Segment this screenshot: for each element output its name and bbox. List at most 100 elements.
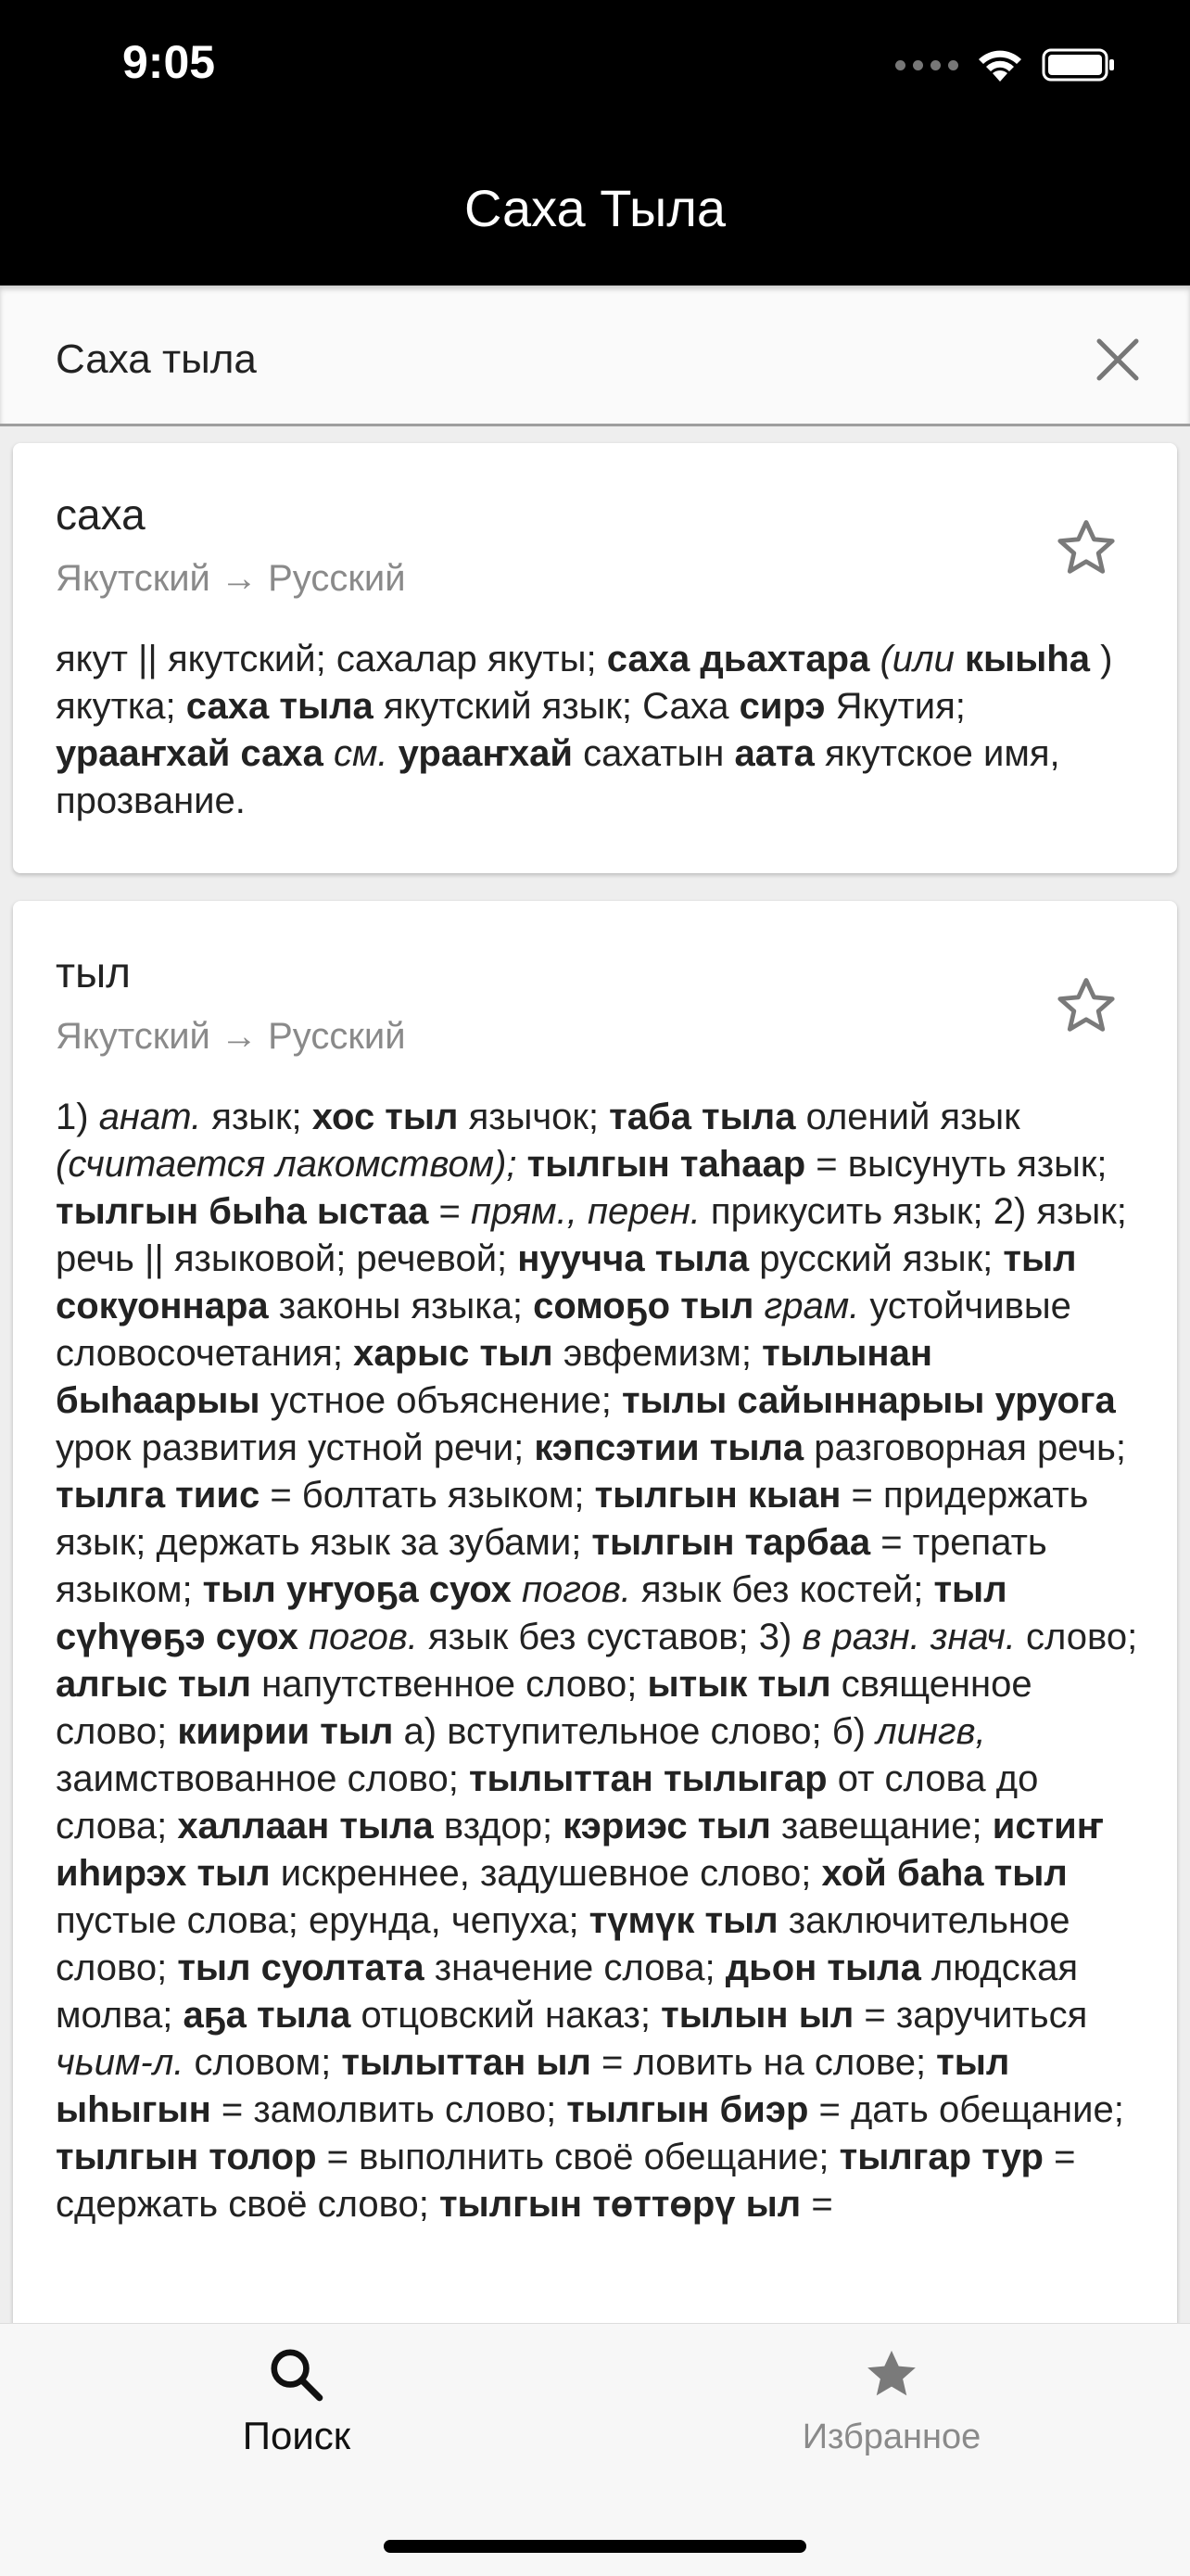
definition-segment: заимствованное слово; — [56, 1758, 469, 1799]
definition-segment: (считается лакомством); — [56, 1144, 517, 1185]
definition-segment: тылыттан ыл — [341, 2042, 591, 2083]
definition-segment: отцовский наказ; — [350, 1995, 662, 2036]
entry-card[interactable]: саха Якутский → Русский якут || якутский… — [13, 443, 1177, 873]
definition-segment: законы языка; — [268, 1286, 534, 1326]
definition-segment: = замолвить слово; — [210, 2089, 567, 2130]
definition-segment: = ловить на слове; — [590, 2042, 937, 2083]
entry-headword: саха — [56, 490, 146, 539]
definition-segment: нуучча тыла — [517, 1238, 750, 1279]
tab-label: Поиск — [242, 2414, 351, 2457]
definition-segment — [388, 733, 399, 774]
definition-segment: (или — [880, 639, 955, 679]
definition-segment: хой баһа тыл — [821, 1853, 1068, 1894]
entry-definition: 1) анат. язык; хос тыл язычок; таба тыла… — [56, 1094, 1140, 2228]
definition-segment: язык без суставов; 3) — [417, 1617, 803, 1657]
top-app-bar: 9:05 Саха Тыла — [0, 0, 1190, 286]
definition-segment — [753, 1286, 764, 1326]
definition-segment: якутский язык; Саха — [373, 686, 740, 727]
definition-segment — [323, 733, 334, 774]
star-outline-icon[interactable] — [1053, 973, 1120, 1040]
definition-segment: = заручиться — [854, 1995, 1088, 2036]
wifi-icon — [979, 50, 1021, 82]
definition-segment — [955, 639, 965, 679]
definition-segment: аҕа тыла — [183, 1995, 351, 2036]
definition-segment: словом; — [184, 2042, 342, 2083]
definition-segment: ытык тыл — [647, 1664, 831, 1705]
definition-segment: грам. — [764, 1286, 860, 1326]
definition-segment: урок развития устной речи; — [56, 1428, 535, 1468]
definition-segment — [869, 639, 880, 679]
status-time: 9:05 — [122, 36, 216, 88]
entry-direction: Якутский → Русский — [56, 1016, 406, 1057]
search-input[interactable] — [56, 332, 1038, 387]
home-indicator — [384, 2540, 806, 2553]
definition-segment: тылгын быһа ыстаа — [56, 1191, 429, 1232]
definition-segment: аата — [734, 733, 815, 774]
definition-segment: завещание; — [770, 1806, 993, 1846]
definition-segment: дьон тыла — [725, 1948, 921, 1988]
entry-headword: тыл — [56, 948, 131, 996]
definition-segment: см. — [334, 733, 388, 774]
entry-direction: Якутский → Русский — [56, 558, 406, 599]
definition-segment: саха тыла — [185, 686, 373, 727]
definition-segment: кыыһа — [964, 639, 1090, 679]
definition-segment: тылыттан тылыгар — [468, 1758, 828, 1799]
definition-segment: пустые слова; ерунда, чепуха; — [56, 1900, 589, 1941]
close-icon[interactable] — [1092, 334, 1144, 386]
definition-segment: кэпсэтии тыла — [534, 1428, 804, 1468]
definition-segment: напутственное слово; — [251, 1664, 648, 1705]
definition-segment: погов. — [309, 1617, 418, 1657]
definition-segment: русский язык; — [749, 1238, 1004, 1279]
definition-segment: в разн. знач. — [802, 1617, 1016, 1657]
definition-segment: Якутия; — [825, 686, 966, 727]
results-list[interactable]: саха Якутский → Русский якут || якутский… — [0, 426, 1190, 2323]
definition-segment: сирэ — [739, 686, 826, 727]
definition-segment: 1) — [56, 1097, 99, 1137]
cellular-signal-icon — [895, 59, 958, 70]
definition-segment: язычок; — [458, 1097, 610, 1137]
definition-segment: анат. — [98, 1097, 202, 1137]
definition-segment: = дать обещание; — [808, 2089, 1124, 2130]
definition-segment: разговорная речь; — [804, 1428, 1126, 1468]
definition-segment: хос тыл — [311, 1097, 459, 1137]
definition-segment: тыл уҥуоҕа суох — [202, 1569, 512, 1610]
definition-segment: тылгар тур — [839, 2137, 1044, 2177]
definition-segment: = — [801, 2184, 833, 2225]
definition-segment: тылгын толор — [56, 2137, 317, 2177]
definition-segment: тылгын тарбаа — [591, 1522, 871, 1563]
definition-segment: значение слова; — [424, 1948, 726, 1988]
star-filled-icon — [867, 2350, 916, 2396]
definition-segment: = выполнить своё обещание; — [316, 2137, 840, 2177]
definition-segment: язык; — [201, 1097, 312, 1137]
definition-segment: кэриэс тыл — [563, 1806, 771, 1846]
search-icon — [271, 2349, 323, 2402]
definition-segment: искреннее, задушевное слово; — [270, 1853, 822, 1894]
definition-segment: язык без костей; — [630, 1569, 934, 1610]
definition-segment: слово; — [1015, 1617, 1138, 1657]
tab-favorites[interactable]: Избранное — [660, 2344, 1123, 2457]
definition-segment: саха дьахтара — [606, 639, 870, 679]
definition-segment: тылгын кыан — [594, 1475, 842, 1516]
definition-segment: тылын ыл — [661, 1995, 855, 2036]
definition-segment: түмүк тыл — [589, 1900, 779, 1941]
tab-search[interactable]: Поиск — [65, 2344, 528, 2458]
definition-segment — [517, 1144, 527, 1185]
definition-segment: якут || якутский; сахалар якуты; — [56, 639, 607, 679]
tab-label: Избранное — [802, 2417, 981, 2456]
bottom-tab-bar: Поиск Избранное — [0, 2323, 1190, 2576]
definition-segment: эвфемизм; — [552, 1333, 763, 1374]
definition-segment: а) вступительное слово; б) — [393, 1711, 877, 1752]
definition-segment: харыс тыл — [353, 1333, 553, 1374]
status-indicators — [895, 46, 1116, 83]
star-outline-icon[interactable] — [1053, 515, 1120, 582]
definition-segment: = — [428, 1191, 471, 1232]
battery-icon — [1042, 48, 1114, 82]
definition-segment: халлаан тыла — [177, 1806, 434, 1846]
definition-segment: урааҥхай саха — [56, 733, 323, 774]
app-title: Саха Тыла — [463, 179, 727, 237]
definition-segment: = высунуть язык; — [805, 1144, 1108, 1185]
search-bar — [0, 286, 1190, 426]
definition-segment: олений язык — [795, 1097, 1020, 1137]
definition-segment: лингв, — [876, 1711, 986, 1752]
entry-card[interactable]: тыл Якутский → Русский 1) анат. язык; хо… — [13, 901, 1177, 2323]
